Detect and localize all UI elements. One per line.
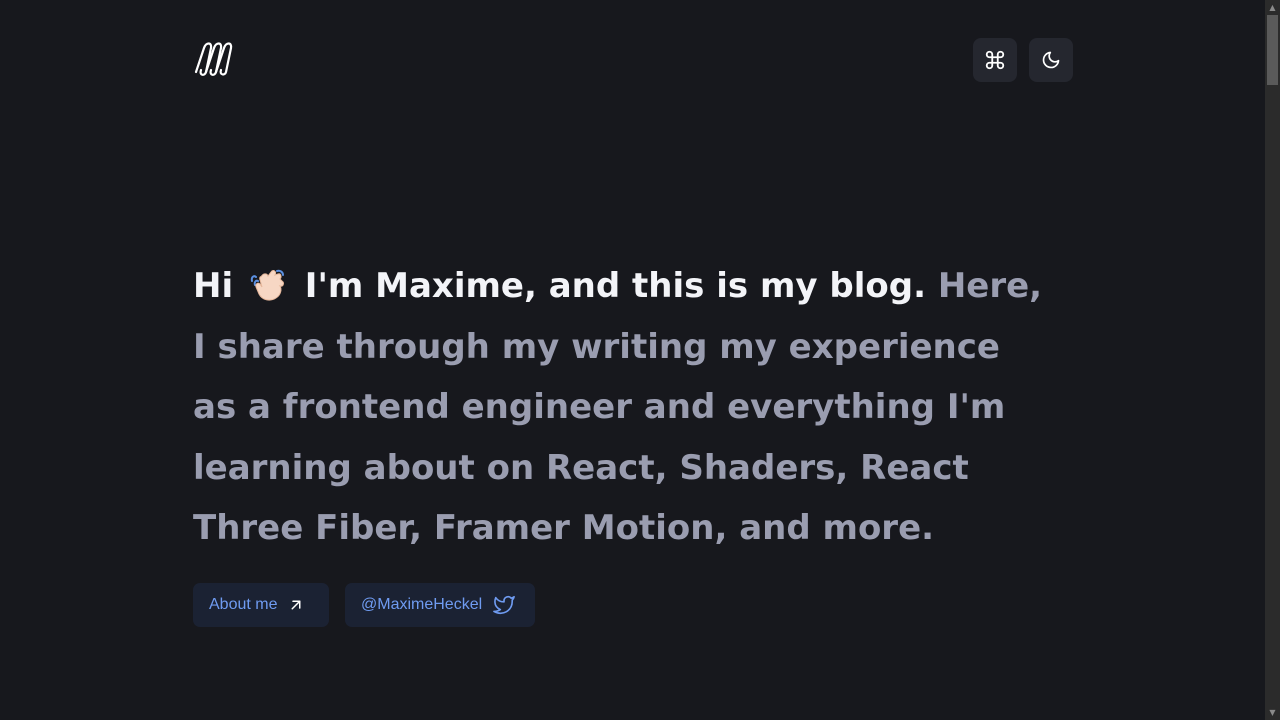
page: Hi I'm Maxime, and this is my blog. Here… [0, 0, 1265, 720]
intro-text: I'm Maxime, and this is my blog. [304, 266, 926, 306]
scroll-down-arrow-icon[interactable]: ▼ [1265, 705, 1280, 720]
scrollbar[interactable]: ▲ ▼ [1265, 0, 1280, 720]
mh-logo-icon[interactable] [193, 38, 237, 76]
waving-hand-icon [250, 269, 284, 301]
about-me-button[interactable]: About me [193, 583, 329, 627]
arrow-up-right-icon [287, 596, 305, 614]
moon-icon [1042, 51, 1060, 69]
greeting-text: Hi [193, 266, 234, 306]
about-me-label: About me [209, 596, 278, 613]
twitter-button[interactable]: @MaximeHeckel [345, 583, 535, 627]
scrollbar-thumb[interactable] [1267, 15, 1278, 85]
description-text: Here, I share through my writing my expe… [193, 266, 1043, 548]
twitter-icon [492, 594, 516, 616]
twitter-handle-label: @MaximeHeckel [361, 596, 483, 613]
command-menu-button[interactable] [973, 38, 1017, 82]
theme-toggle-button[interactable] [1029, 38, 1073, 82]
command-icon [985, 50, 1005, 70]
scroll-up-arrow-icon[interactable]: ▲ [1265, 0, 1280, 15]
hero-heading: Hi I'm Maxime, and this is my blog. Here… [193, 256, 1053, 559]
